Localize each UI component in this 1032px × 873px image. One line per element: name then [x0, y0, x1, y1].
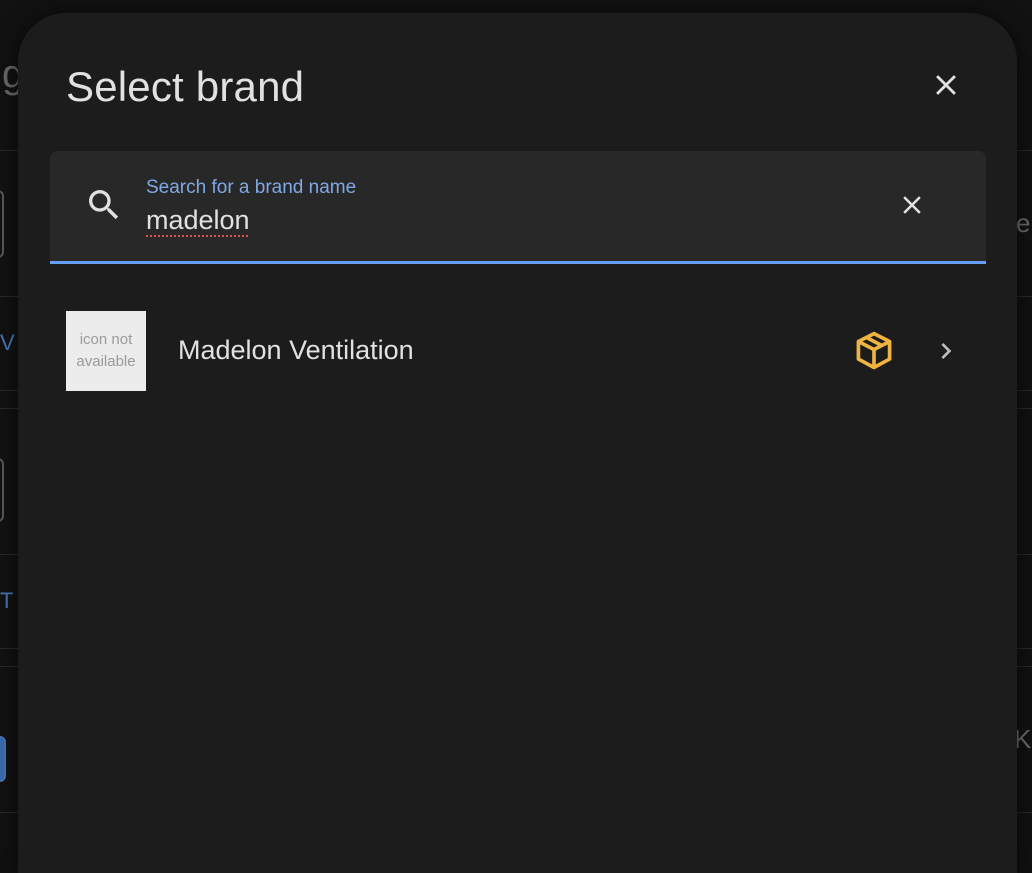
- clear-icon: [903, 196, 921, 214]
- search-icon: [89, 190, 119, 220]
- brand-logo-placeholder: icon not available: [66, 311, 146, 391]
- close-icon: [936, 75, 956, 95]
- dialog-title: Select brand: [66, 63, 305, 110]
- close-button[interactable]: [918, 57, 974, 113]
- search-input[interactable]: madelon: [146, 205, 250, 236]
- background-card-edge: [0, 190, 4, 258]
- chevron-right-icon: [941, 343, 952, 359]
- brand-logo-text: icon not available: [76, 331, 136, 370]
- background-text-fragment: e: [1016, 208, 1031, 238]
- background-text-fragment: V: [0, 330, 15, 355]
- list-item[interactable]: icon not available Madelon Ventilation: [50, 301, 986, 399]
- background-text-fragment: T: [0, 588, 14, 613]
- background-button-edge: [0, 736, 6, 782]
- search-label: Search for a brand name: [146, 177, 357, 198]
- brand-search-field[interactable]: Search for a brand name madelon: [50, 151, 986, 264]
- select-brand-dialog: Select brand Search for a brand name mad…: [18, 13, 1017, 873]
- brand-name: Madelon Ventilation: [178, 335, 414, 365]
- custom-integration-icon: [856, 331, 892, 370]
- background-card-edge: [0, 458, 4, 522]
- clear-search-button[interactable]: [892, 185, 932, 225]
